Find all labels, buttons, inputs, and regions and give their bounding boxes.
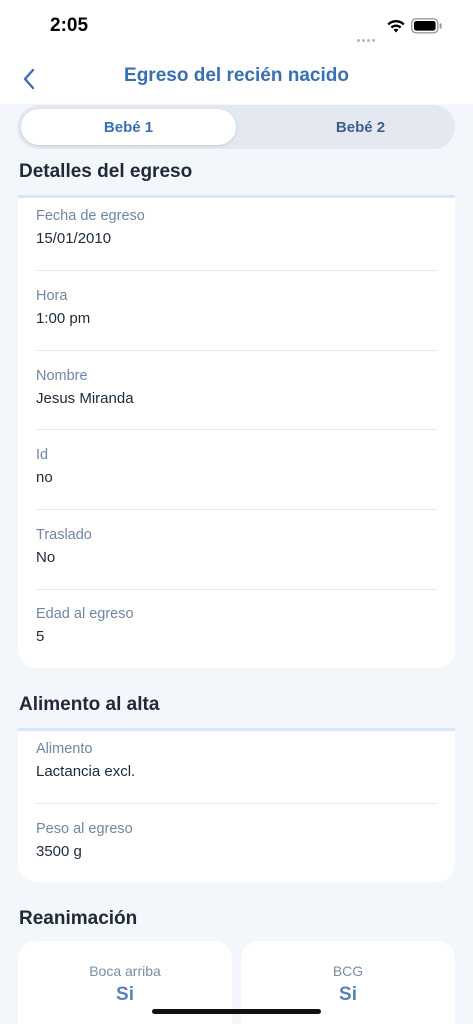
- baby-segmented-control: Bebé 1 Bebé 2: [17, 105, 455, 149]
- field-edad-egreso: Edad al egreso 5: [36, 606, 437, 645]
- field-peso-egreso: Peso al egreso 3500 g: [36, 821, 437, 860]
- nav-bar: Egreso del recién nacido: [0, 52, 473, 104]
- tab-bebe-2[interactable]: Bebé 2: [253, 109, 468, 145]
- tile-label: Boca arriba: [89, 963, 161, 979]
- field-value: 3500 g: [36, 843, 82, 860]
- field-label: Id: [36, 447, 49, 463]
- section-title-reanimacion: Reanimación: [19, 908, 138, 929]
- field-label: Alimento: [36, 741, 93, 757]
- section-title-egreso: Detalles del egreso: [19, 161, 193, 182]
- battery-icon: [411, 18, 442, 34]
- egreso-card: Fecha de egreso 15/01/2010 Hora 1:00 pm …: [18, 195, 455, 668]
- field-value: 5: [36, 628, 45, 645]
- field-traslado: Traslado No: [36, 527, 437, 566]
- field-value: 15/01/2010: [36, 230, 112, 247]
- field-alimento: Alimento Lactancia excl.: [36, 741, 437, 780]
- cellular-signal-icon: [357, 29, 377, 47]
- field-value: 1:00 pm: [36, 310, 91, 327]
- tile-value: Si: [339, 984, 357, 1005]
- field-label: Fecha de egreso: [36, 208, 145, 224]
- section-title-alimento: Alimento al alta: [19, 694, 160, 715]
- divider: [36, 589, 437, 590]
- field-label: Hora: [36, 288, 68, 304]
- tile-label: BCG: [332, 963, 364, 979]
- divider: [36, 350, 437, 351]
- field-id: Id no: [36, 447, 437, 486]
- field-value: No: [36, 549, 56, 566]
- field-label: Peso al egreso: [36, 821, 133, 837]
- field-label: Traslado: [36, 527, 92, 543]
- field-hora: Hora 1:00 pm: [36, 288, 437, 327]
- page-title: Egreso del recién nacido: [124, 65, 349, 86]
- field-value: Lactancia excl.: [36, 763, 136, 780]
- status-time: 2:05: [50, 15, 89, 36]
- tile-value: Si: [116, 984, 134, 1005]
- tab-bebe-1[interactable]: Bebé 1: [21, 109, 236, 145]
- divider: [36, 429, 437, 430]
- home-indicator[interactable]: [152, 1009, 321, 1014]
- field-value: no: [36, 469, 53, 486]
- field-fecha-egreso: Fecha de egreso 15/01/2010: [36, 208, 437, 247]
- field-label: Edad al egreso: [36, 606, 134, 622]
- divider: [36, 803, 437, 804]
- divider: [36, 509, 437, 510]
- status-bar: 2:05: [0, 0, 473, 52]
- divider: [36, 270, 437, 271]
- wifi-icon: [387, 19, 405, 33]
- field-nombre: Nombre Jesus Miranda: [36, 368, 437, 407]
- field-label: Nombre: [36, 368, 88, 384]
- field-value: Jesus Miranda: [36, 390, 134, 407]
- alimento-card: Alimento Lactancia excl. Peso al egreso …: [18, 728, 455, 882]
